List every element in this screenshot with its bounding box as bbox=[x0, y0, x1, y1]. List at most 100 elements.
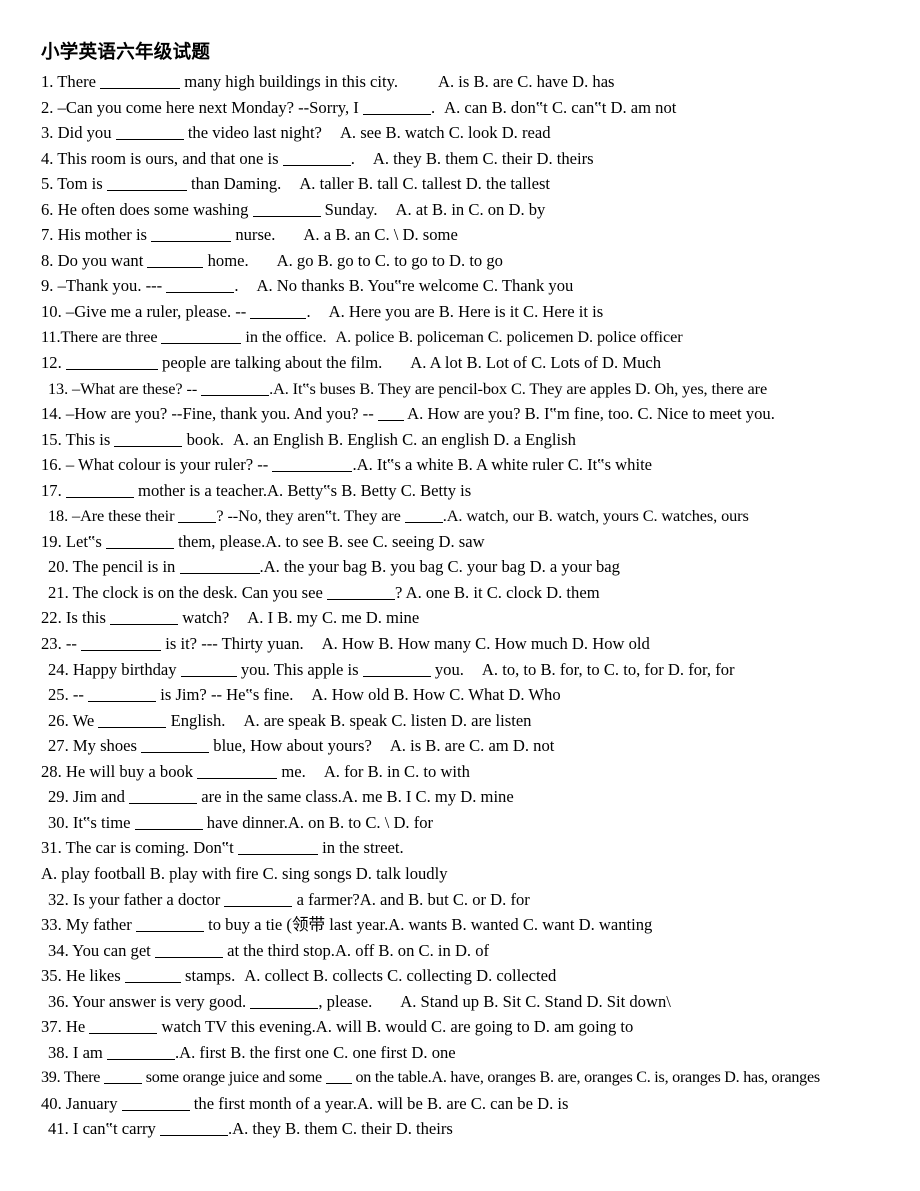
text-run: watch? bbox=[178, 608, 230, 628]
question-line: 36. Your answer is very good. , please. A… bbox=[41, 989, 902, 1015]
answer-blank[interactable] bbox=[154, 941, 223, 958]
answer-blank[interactable] bbox=[282, 149, 351, 166]
answer-blank[interactable] bbox=[178, 507, 217, 524]
question-line: 40. January the first month of a year.A.… bbox=[41, 1091, 902, 1117]
question-options: A. is B. are C. have D. has bbox=[438, 72, 615, 91]
answer-blank[interactable] bbox=[105, 533, 174, 549]
question-options: A. to, to B. for, to C. to, for D. for, … bbox=[481, 659, 735, 679]
question-number: 21. bbox=[48, 582, 73, 602]
answer-blank[interactable] bbox=[88, 686, 157, 703]
text-run: Tom is bbox=[57, 174, 107, 194]
question-number: 10. bbox=[41, 301, 66, 321]
text-run: in the street. bbox=[317, 838, 404, 858]
text-run: than Daming. bbox=[186, 174, 282, 194]
answer-blank[interactable] bbox=[65, 481, 134, 498]
answer-blank[interactable] bbox=[134, 814, 203, 830]
answer-blank[interactable] bbox=[201, 380, 270, 396]
question-line: 34. You can get at the third stop.A. off… bbox=[41, 938, 902, 964]
answer-blank[interactable] bbox=[325, 1069, 352, 1085]
question-options: A. police B. policeman C. policemen D. p… bbox=[335, 327, 683, 347]
question-line: 9. –Thank you. --- . A. No thanks B. You‟… bbox=[41, 273, 902, 299]
question-number: 5. bbox=[41, 174, 58, 194]
answer-blank[interactable] bbox=[114, 430, 183, 447]
question-number: 41. bbox=[48, 1119, 73, 1139]
question-number: 31. bbox=[41, 838, 66, 858]
question-number: 38. bbox=[48, 1042, 73, 1062]
answer-blank[interactable] bbox=[224, 890, 293, 907]
question-options: A. can B. don‟t C. can‟t D. am not bbox=[444, 97, 677, 117]
answer-blank[interactable] bbox=[141, 737, 210, 754]
answer-blank[interactable] bbox=[237, 839, 318, 856]
answer-blank[interactable] bbox=[89, 1018, 158, 1035]
question-line: 11.There are three in the office. A. poli… bbox=[41, 324, 902, 350]
text-run: . bbox=[306, 301, 311, 321]
question-number: 7. bbox=[41, 225, 58, 245]
answer-blank[interactable] bbox=[404, 507, 443, 524]
answer-blank[interactable] bbox=[151, 226, 232, 243]
answer-blank[interactable] bbox=[197, 763, 278, 779]
question-line: 8. Do you want home. A. go B. go to C. to… bbox=[41, 248, 902, 274]
text-run: . bbox=[350, 148, 355, 168]
answer-blank[interactable] bbox=[179, 558, 260, 575]
question-number: 15. bbox=[41, 429, 66, 449]
text-run: Happy birthday bbox=[72, 659, 181, 679]
text-run: Your answer is very good. bbox=[72, 991, 251, 1011]
answer-blank[interactable] bbox=[159, 1120, 228, 1137]
text-run: ? --No, they aren‟t. They are bbox=[216, 506, 401, 526]
answer-blank[interactable] bbox=[115, 124, 184, 141]
answer-blank[interactable] bbox=[124, 967, 181, 984]
answer-blank[interactable] bbox=[135, 916, 204, 933]
question-number: 26. bbox=[48, 710, 73, 730]
answer-blank[interactable] bbox=[166, 277, 235, 294]
question-options: A. is B. are C. am D. not bbox=[389, 736, 555, 756]
answer-blank[interactable] bbox=[147, 252, 204, 268]
text-run: –What are these? -- bbox=[72, 378, 202, 398]
question-options: A. are speak B. speak C. listen D. are l… bbox=[243, 710, 532, 730]
question-line: 7. His mother is nurse. A. a B. an C. \ D… bbox=[41, 222, 902, 248]
question-options: A. Here you are B. Here is it C. Here it… bbox=[328, 301, 604, 321]
question-options: A. an English B. English C. an english D… bbox=[232, 429, 576, 449]
answer-blank[interactable] bbox=[100, 73, 181, 89]
answer-blank[interactable] bbox=[272, 456, 353, 473]
document-page: 小学英语六年级试题 1. There many high buildings i… bbox=[0, 0, 920, 1191]
question-line: 26. We English. A. are speak B. speak C. … bbox=[41, 708, 902, 734]
question-number: 12. bbox=[41, 353, 66, 373]
text-run: nurse. bbox=[231, 225, 276, 245]
text-run: I can‟t carry bbox=[72, 1119, 160, 1139]
answer-blank[interactable] bbox=[106, 175, 187, 192]
answer-blank[interactable] bbox=[326, 584, 395, 600]
question-number: 2. bbox=[41, 97, 58, 117]
text-run: January bbox=[65, 1093, 122, 1113]
question-number: 20. bbox=[48, 557, 73, 577]
answer-blank[interactable] bbox=[104, 1069, 142, 1085]
answer-blank[interactable] bbox=[180, 660, 237, 677]
answer-blank[interactable] bbox=[362, 660, 431, 677]
answer-blank[interactable] bbox=[110, 609, 179, 626]
answer-blank[interactable] bbox=[121, 1095, 190, 1111]
question-number: 14. bbox=[41, 404, 66, 424]
text-run: have dinner.A. on B. to C. \ D. for bbox=[202, 812, 434, 832]
question-number: 16. bbox=[41, 455, 66, 475]
question-line: 33. My father to buy a tie (领带 last year… bbox=[41, 912, 902, 938]
answer-blank[interactable] bbox=[129, 788, 198, 805]
answer-blank[interactable] bbox=[252, 200, 321, 217]
answer-blank[interactable] bbox=[250, 992, 319, 1009]
text-run: mother is a teacher.A. Betty‟s B. Betty … bbox=[133, 480, 472, 500]
question-number: 8. bbox=[41, 250, 58, 270]
question-number: 33. bbox=[41, 915, 66, 935]
answer-blank[interactable] bbox=[161, 328, 242, 345]
text-run: Did you bbox=[57, 123, 116, 143]
answer-blank[interactable] bbox=[98, 711, 167, 728]
answer-blank[interactable] bbox=[362, 98, 431, 115]
text-run: watch TV this evening.A. will B. would C… bbox=[157, 1017, 634, 1037]
answer-blank[interactable] bbox=[65, 354, 158, 371]
question-line: 12. people are talking about the film. A.… bbox=[41, 350, 902, 376]
answer-blank[interactable] bbox=[107, 1044, 175, 1060]
text-run: a farmer?A. and B. but C. or D. for bbox=[292, 889, 530, 909]
text-run: .A. the your bag B. you bag C. your bag … bbox=[259, 557, 620, 577]
answer-blank[interactable] bbox=[250, 303, 307, 319]
question-line: 17. mother is a teacher.A. Betty‟s B. Be… bbox=[41, 478, 902, 504]
question-number: 22. bbox=[41, 608, 66, 628]
answer-blank[interactable] bbox=[81, 635, 162, 652]
answer-blank[interactable] bbox=[377, 405, 404, 422]
